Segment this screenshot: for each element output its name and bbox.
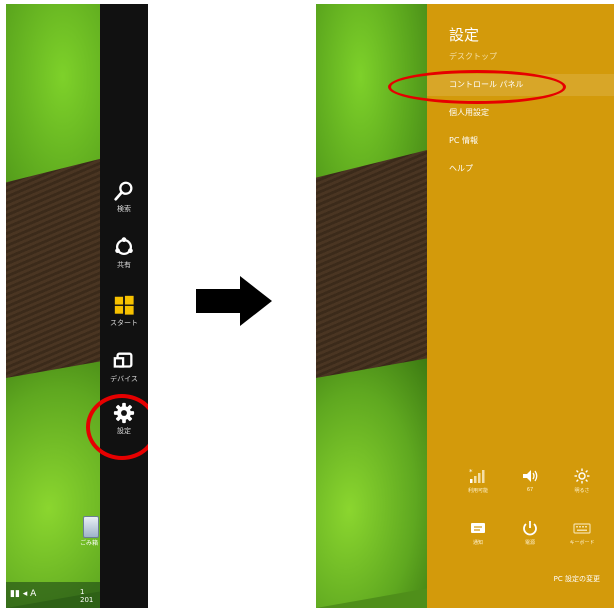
keyboard-label: キーボード xyxy=(569,540,595,546)
power-icon xyxy=(523,521,537,536)
settings-highlight-circle xyxy=(86,394,148,460)
menu-item-help[interactable]: ヘルプ xyxy=(427,158,614,180)
left-screenshot-desktop: ごみ箱 ▮▮ ◂ A 1 201 検索 共有 スタート デバイス 設定 xyxy=(6,4,148,608)
control-panel-highlight-ellipse xyxy=(388,70,566,104)
svg-text:*: * xyxy=(469,468,473,476)
network-icon: * xyxy=(469,468,485,483)
quick-setting-keyboard[interactable]: キーボード xyxy=(560,520,604,546)
volume-icon xyxy=(523,470,538,482)
charm-start[interactable]: スタート xyxy=(100,294,148,328)
menu-item-pc-info[interactable]: PC 情報 xyxy=(427,130,614,152)
recycle-bin-icon[interactable]: ごみ箱 xyxy=(80,516,100,547)
clock-line-1: 1 xyxy=(80,588,85,596)
quick-setting-notifications[interactable]: 通知 xyxy=(456,520,500,546)
charms-bar: 検索 共有 スタート デバイス 設定 xyxy=(100,4,148,608)
right-screenshot-settings: 設定 デスクトップ コントロール パネル 個人用設定 PC 情報 ヘルプ * 利… xyxy=(316,4,614,608)
recycle-bin-label: ごみ箱 xyxy=(79,540,98,547)
charm-share-label: 共有 xyxy=(117,261,131,269)
windows-logo-icon xyxy=(114,295,134,315)
volume-label: 67 xyxy=(526,487,534,493)
power-label: 電源 xyxy=(524,540,535,546)
settings-pane-title: 設定 xyxy=(449,26,480,44)
brightness-label: 明るさ xyxy=(574,488,590,494)
charm-devices-label: デバイス xyxy=(110,375,138,383)
taskbar-clock[interactable]: 1 201 xyxy=(80,588,93,604)
clock-line-2: 201 xyxy=(80,596,94,604)
notifications-icon xyxy=(471,523,485,533)
quick-setting-network[interactable]: * 利用可能 xyxy=(456,468,500,494)
charm-search-label: 検索 xyxy=(117,205,131,213)
devices-icon xyxy=(113,352,133,368)
change-pc-settings-link[interactable]: PC 設定の変更 xyxy=(554,574,600,584)
menu-item-desktop[interactable]: デスクトップ xyxy=(427,46,614,68)
search-icon xyxy=(114,181,133,201)
taskbar: ▮▮ ◂ A 1 201 xyxy=(6,582,100,608)
menu-item-personalize[interactable]: 個人用設定 xyxy=(427,102,614,124)
system-tray[interactable]: ▮▮ ◂ A xyxy=(10,589,36,599)
charm-start-label: スタート xyxy=(110,319,138,327)
keyboard-icon xyxy=(573,523,591,534)
quick-setting-power[interactable]: 電源 xyxy=(508,520,552,546)
share-icon xyxy=(115,237,133,256)
brightness-icon xyxy=(574,468,590,484)
network-label: 利用可能 xyxy=(467,488,488,494)
charm-devices[interactable]: デバイス xyxy=(100,350,148,384)
charm-search[interactable]: 検索 xyxy=(100,180,148,214)
quick-setting-volume[interactable]: 67 xyxy=(508,468,552,493)
notifications-label: 通知 xyxy=(472,540,483,546)
right-arrow-icon xyxy=(196,276,272,326)
charm-share[interactable]: 共有 xyxy=(100,236,148,270)
quick-setting-brightness[interactable]: 明るさ xyxy=(560,468,604,494)
